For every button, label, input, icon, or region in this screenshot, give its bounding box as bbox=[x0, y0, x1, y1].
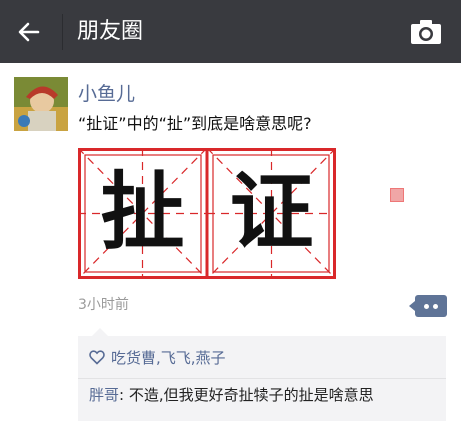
camera-icon bbox=[411, 20, 441, 44]
back-button[interactable] bbox=[14, 17, 44, 47]
comment-action-button[interactable] bbox=[409, 295, 447, 317]
comment-text: 不造,但我更好奇扯犊子的扯是啥意思 bbox=[128, 386, 374, 404]
moment-post: 小鱼儿 “扯证”中的“扯”到底是啥意思呢? 扯 证 3小时前 吃货曹,飞飞,燕子… bbox=[0, 63, 461, 431]
comment-author[interactable]: 胖哥 bbox=[89, 386, 119, 404]
post-image[interactable]: 扯 证 bbox=[77, 147, 337, 280]
more-dots-icon bbox=[424, 303, 438, 309]
comment-separator: : bbox=[119, 386, 129, 404]
nav-divider bbox=[62, 14, 63, 50]
camera-button[interactable] bbox=[409, 16, 443, 48]
image-character-1: 扯 bbox=[100, 163, 184, 261]
panel-divider bbox=[78, 378, 446, 379]
page-title: 朋友圈 bbox=[77, 19, 144, 44]
likes-names[interactable]: 吃货曹,飞飞,燕子 bbox=[111, 347, 226, 368]
top-navigation-bar: 朋友圈 bbox=[0, 0, 461, 63]
likes-comments-panel: 吃货曹,飞飞,燕子 胖哥: 不造,但我更好奇扯犊子的扯是啥意思 bbox=[78, 328, 446, 421]
likes-row: 吃货曹,飞飞,燕子 bbox=[89, 344, 226, 370]
avatar[interactable] bbox=[14, 77, 68, 131]
back-arrow-icon bbox=[18, 22, 40, 42]
image-marker bbox=[390, 188, 404, 202]
comment-row[interactable]: 胖哥: 不造,但我更好奇扯犊子的扯是啥意思 bbox=[89, 384, 374, 406]
image-character-2: 证 bbox=[229, 163, 313, 261]
post-text: “扯证”中的“扯”到底是啥意思呢? bbox=[78, 114, 312, 133]
heart-icon bbox=[89, 349, 105, 365]
post-time: 3小时前 bbox=[78, 297, 129, 313]
post-username[interactable]: 小鱼儿 bbox=[78, 82, 135, 106]
